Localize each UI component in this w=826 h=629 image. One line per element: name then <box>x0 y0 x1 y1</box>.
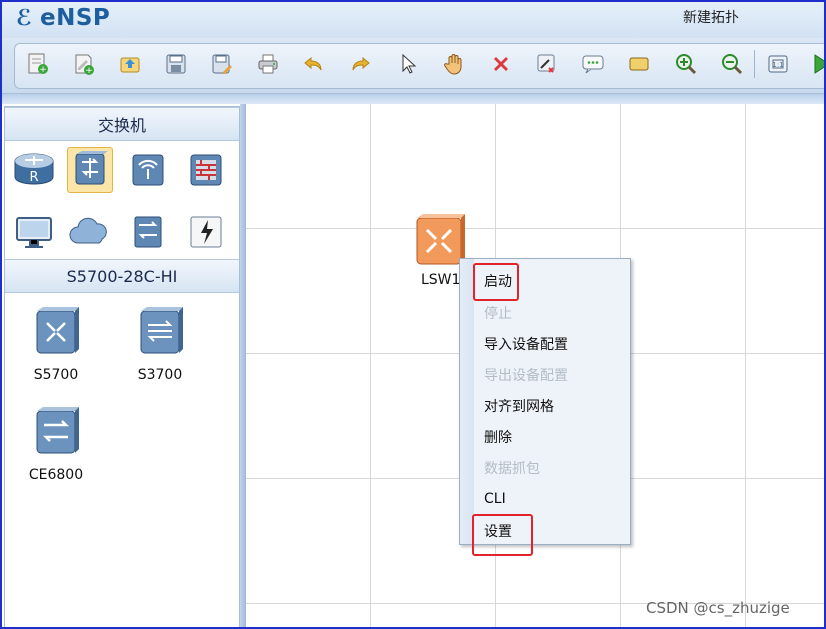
device-label-s5700: S5700 <box>33 367 79 383</box>
other-devices-category-icon[interactable] <box>125 209 171 255</box>
connection-category-icon[interactable] <box>183 209 229 255</box>
menu-item-cli[interactable]: CLI <box>484 485 624 513</box>
menu-item-export-config: 导出设备配置 <box>484 368 568 384</box>
router-category-icon[interactable]: R <box>11 147 57 193</box>
zoom-out-icon[interactable] <box>718 50 746 78</box>
model-section-header: S5700-28C-HI <box>5 259 239 293</box>
redo-icon[interactable] <box>346 50 374 78</box>
zoom-in-icon[interactable] <box>672 50 700 78</box>
new-topology-icon[interactable]: + <box>24 50 52 78</box>
device-label-ce6800: CE6800 <box>28 467 84 483</box>
start-devices-icon[interactable] <box>808 50 826 78</box>
menu-item-import-config[interactable]: 导入设备配置 <box>484 330 624 358</box>
device-panel: 交换机 R S5700-28C-HI S5700 S3700 CE6800 <box>4 106 240 629</box>
menu-item-align-to-grid[interactable]: 对齐到网格 <box>484 392 624 420</box>
add-text-icon[interactable] <box>579 50 607 78</box>
toolbar-bottom-bar <box>0 94 826 104</box>
device-label-s3700: S3700 <box>137 367 183 383</box>
delete-icon[interactable] <box>487 50 515 78</box>
window-title: 新建拓扑 <box>683 10 739 26</box>
app-logo-text: eNSP <box>40 5 111 31</box>
watermark: CSDN @cs_zhuzige <box>646 599 790 617</box>
context-menu: 启动 停止 导入设备配置 导出设备配置 对齐到网格 删除 数据抓包 CLI 设置 <box>459 258 631 545</box>
svg-text:+: + <box>39 65 47 75</box>
node-label: LSW1 <box>421 272 461 288</box>
select-pointer-icon[interactable] <box>394 50 422 78</box>
menu-item-start[interactable]: 启动 <box>484 267 624 295</box>
ensp-logo-icon: ℰ <box>16 6 33 31</box>
category-section-header: 交换机 <box>5 107 239 141</box>
open-icon[interactable] <box>116 50 144 78</box>
switch-category-icon[interactable] <box>67 147 113 193</box>
save-as-icon[interactable] <box>208 50 236 78</box>
menu-item-capture-data: 数据抓包 <box>484 461 540 477</box>
print-icon[interactable] <box>254 50 282 78</box>
device-s3700[interactable]: S3700 <box>115 305 205 383</box>
fit-view-icon[interactable]: 1:1 <box>764 50 792 78</box>
menu-item-settings[interactable]: 设置 <box>484 517 624 545</box>
new-script-icon[interactable]: + <box>70 50 98 78</box>
wlan-category-icon[interactable] <box>125 147 171 193</box>
svg-text:+: + <box>85 66 93 76</box>
toolbar-separator <box>754 50 755 78</box>
terminal-category-icon[interactable] <box>11 209 57 255</box>
add-shape-icon[interactable] <box>625 50 653 78</box>
menu-icon-strip <box>460 259 474 544</box>
save-icon[interactable] <box>162 50 190 78</box>
svg-text:R: R <box>29 170 38 185</box>
undo-icon[interactable] <box>300 50 328 78</box>
cloud-category-icon[interactable] <box>67 209 113 255</box>
menu-item-stop: 停止 <box>484 306 512 322</box>
firewall-category-icon[interactable] <box>183 147 229 193</box>
toolbar: + + 1:1 <box>0 38 826 94</box>
device-ce6800[interactable]: CE6800 <box>11 405 101 483</box>
pan-hand-icon[interactable] <box>440 50 468 78</box>
menu-item-delete[interactable]: 删除 <box>484 423 624 451</box>
device-s5700[interactable]: S5700 <box>11 305 101 383</box>
title-bar: ℰ eNSP 新建拓扑 <box>0 0 826 38</box>
delete-link-icon[interactable] <box>533 50 561 78</box>
svg-text:1:1: 1:1 <box>772 61 783 69</box>
